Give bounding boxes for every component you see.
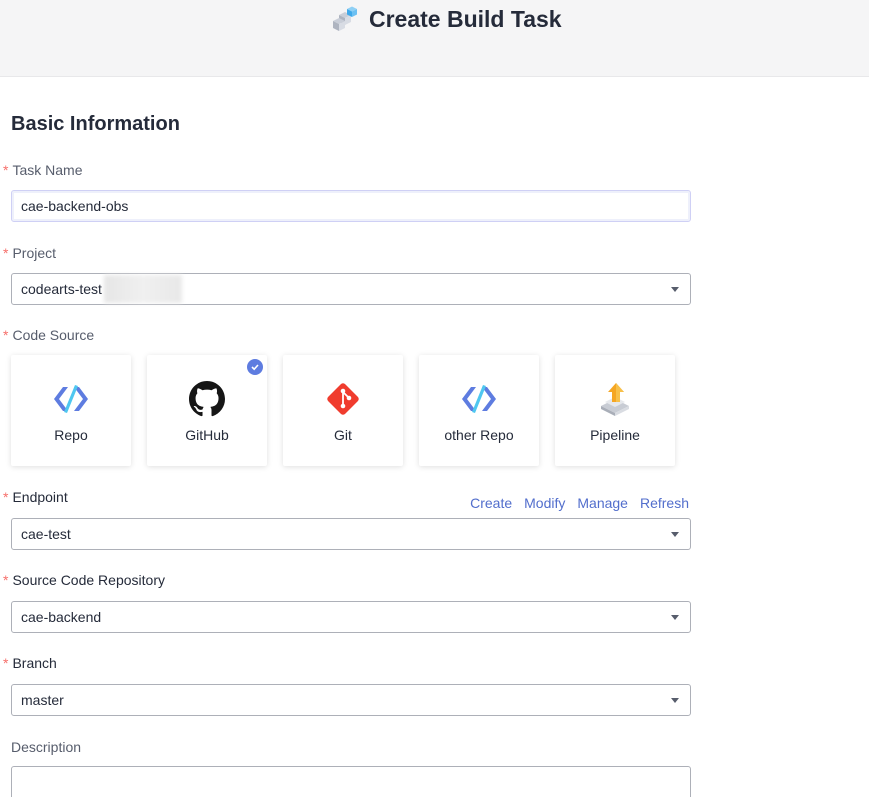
repository-value: cae-backend bbox=[21, 609, 102, 625]
chevron-down-icon bbox=[671, 615, 679, 620]
code-source-options: Repo GitHub Git other Repo Pipeline bbox=[11, 355, 675, 466]
repository-label-text: Source Code Repository bbox=[12, 572, 165, 588]
pipeline-icon bbox=[595, 379, 635, 419]
github-icon bbox=[187, 379, 227, 419]
page-title: Create Build Task bbox=[369, 5, 562, 32]
branch-label-text: Branch bbox=[12, 655, 57, 671]
description-label: Description bbox=[11, 739, 82, 755]
required-mark: * bbox=[3, 162, 9, 178]
modify-endpoint-link[interactable]: Modify bbox=[524, 495, 565, 511]
endpoint-value: cae-test bbox=[21, 526, 71, 542]
required-mark: * bbox=[3, 572, 9, 588]
code-source-name: Git bbox=[334, 427, 352, 443]
project-label: * Project bbox=[3, 245, 56, 261]
endpoint-label-text: Endpoint bbox=[12, 489, 68, 505]
refresh-endpoint-link[interactable]: Refresh bbox=[640, 495, 689, 511]
code-source-name: other Repo bbox=[444, 427, 514, 443]
page-header: Create Build Task bbox=[0, 0, 869, 77]
code-source-name: Repo bbox=[54, 427, 88, 443]
required-mark: * bbox=[3, 245, 9, 261]
endpoint-label: * Endpoint bbox=[3, 489, 68, 505]
chevron-down-icon bbox=[671, 287, 679, 292]
code-source-other-repo-card[interactable]: other Repo bbox=[419, 355, 539, 466]
branch-select[interactable]: master bbox=[11, 684, 691, 716]
endpoint-actions: Create Modify Manage Refresh bbox=[470, 495, 689, 511]
project-value: codearts-test bbox=[21, 281, 102, 297]
repo-icon bbox=[51, 379, 91, 419]
task-name-value: cae-backend-obs bbox=[21, 198, 129, 214]
cube-stack-icon bbox=[331, 5, 359, 33]
git-icon bbox=[323, 379, 363, 419]
endpoint-select[interactable]: cae-test bbox=[11, 518, 691, 550]
project-label-text: Project bbox=[12, 245, 57, 261]
repository-label: * Source Code Repository bbox=[3, 572, 165, 588]
task-name-label-text: Task Name bbox=[12, 162, 83, 178]
manage-endpoint-link[interactable]: Manage bbox=[577, 495, 628, 511]
selected-check-icon bbox=[247, 359, 263, 375]
branch-label: * Branch bbox=[3, 655, 57, 671]
code-source-repo-card[interactable]: Repo bbox=[11, 355, 131, 466]
task-name-input[interactable]: cae-backend-obs bbox=[11, 190, 691, 222]
project-select[interactable]: codearts-test bbox=[11, 273, 691, 305]
repository-select[interactable]: cae-backend bbox=[11, 601, 691, 633]
repo-icon bbox=[459, 379, 499, 419]
required-mark: * bbox=[3, 489, 9, 505]
chevron-down-icon bbox=[671, 532, 679, 537]
code-source-git-card[interactable]: Git bbox=[283, 355, 403, 466]
code-source-name: Pipeline bbox=[590, 427, 640, 443]
description-textarea[interactable] bbox=[11, 766, 691, 797]
branch-value: master bbox=[21, 692, 64, 708]
task-name-label: * Task Name bbox=[3, 162, 82, 178]
code-source-label-text: Code Source bbox=[12, 327, 95, 343]
section-title: Basic Information bbox=[11, 113, 180, 135]
redacted-blur bbox=[103, 275, 182, 303]
header-title-group: Create Build Task bbox=[331, 4, 562, 34]
chevron-down-icon bbox=[671, 698, 679, 703]
required-mark: * bbox=[3, 655, 9, 671]
code-source-name: GitHub bbox=[185, 427, 229, 443]
code-source-label: * Code Source bbox=[3, 327, 94, 343]
required-mark: * bbox=[3, 327, 9, 343]
create-endpoint-link[interactable]: Create bbox=[470, 495, 512, 511]
code-source-pipeline-card[interactable]: Pipeline bbox=[555, 355, 675, 466]
code-source-github-card[interactable]: GitHub bbox=[147, 355, 267, 466]
